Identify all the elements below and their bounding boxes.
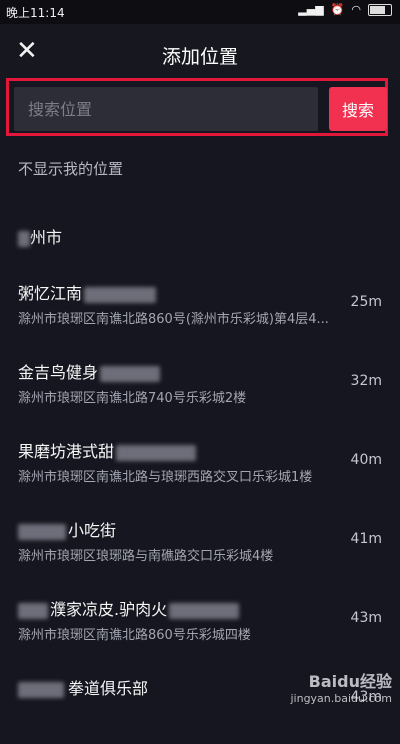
location-name: 拳道俱乐部 — [18, 675, 148, 699]
location-name: 小吃街 — [18, 517, 116, 541]
location-distance: 25m — [350, 294, 382, 310]
city-label: 州市 — [30, 228, 63, 247]
location-address: 滁州市琅琊区南谯北路与琅琊西路交叉口乐彩城1楼 — [18, 470, 313, 485]
status-icons: ▂▄▆ ⏰ ◠ — [298, 3, 392, 16]
blurred-text — [18, 523, 66, 540]
location-item[interactable]: 金吉鸟健身 滁州市琅琊区南谯北路740号乐彩城2楼 32m — [0, 349, 400, 428]
header: ✕ 添加位置 — [0, 24, 400, 80]
location-address: 滁州市琅琊区琅琊路与南礁路交口乐彩城4楼 — [18, 549, 274, 564]
location-name: 粥忆江南 — [18, 280, 157, 304]
location-address: 滁州市琅琊区南谯北路740号乐彩城2楼 — [18, 391, 247, 406]
city-item[interactable]: 州市 — [18, 224, 62, 248]
watermark-url: jingyan.baidu.com — [290, 692, 392, 705]
location-address: 滁州市琅琊区南谯北路860号(滁州市乐彩城)第4层4... — [18, 312, 329, 327]
location-distance: 32m — [350, 373, 382, 389]
location-distance: 43m — [350, 610, 382, 626]
watermark-brand: Baidu经验 — [308, 672, 392, 691]
blurred-text — [100, 365, 161, 382]
blurred-text — [18, 602, 48, 619]
battery-icon — [368, 3, 392, 16]
wifi-icon: ◠ — [351, 3, 361, 16]
search-button[interactable]: 搜索 — [329, 87, 387, 131]
location-item[interactable]: 濮家凉皮.驴肉火 滁州市琅琊区南谯北路860号乐彩城四楼 43m — [0, 586, 400, 665]
location-name: 濮家凉皮.驴肉火 — [18, 596, 240, 620]
blurred-text — [84, 286, 157, 303]
location-distance: 40m — [350, 452, 382, 468]
location-name: 金吉鸟健身 — [18, 359, 161, 383]
location-distance: 41m — [350, 531, 382, 547]
search-input[interactable] — [14, 87, 318, 131]
blurred-text — [18, 681, 64, 698]
location-item[interactable]: 粥忆江南 滁州市琅琊区南谯北路860号(滁州市乐彩城)第4层4... 25m — [0, 270, 400, 349]
location-item[interactable]: 小吃街 滁州市琅琊区琅琊路与南礁路交口乐彩城4楼 41m — [0, 507, 400, 586]
location-name: 果磨坊港式甜 — [18, 438, 197, 462]
blurred-text — [169, 602, 240, 619]
hide-my-location-option[interactable]: 不显示我的位置 — [18, 158, 123, 179]
blurred-text — [18, 230, 30, 247]
page-title: 添加位置 — [161, 46, 238, 68]
alarm-icon: ⏰ — [330, 3, 345, 16]
status-time: 晚上11:14 — [6, 6, 65, 20]
signal-icon: ▂▄▆ — [298, 3, 324, 16]
watermark: Baidu经验 jingyan.baidu.com — [290, 668, 392, 705]
blurred-text — [116, 444, 197, 461]
location-address: 滁州市琅琊区南谯北路860号乐彩城四楼 — [18, 628, 251, 643]
location-item[interactable]: 果磨坊港式甜 滁州市琅琊区南谯北路与琅琊西路交叉口乐彩城1楼 40m — [0, 428, 400, 507]
status-bar: 晚上11:14 ▂▄▆ ⏰ ◠ — [0, 0, 400, 24]
